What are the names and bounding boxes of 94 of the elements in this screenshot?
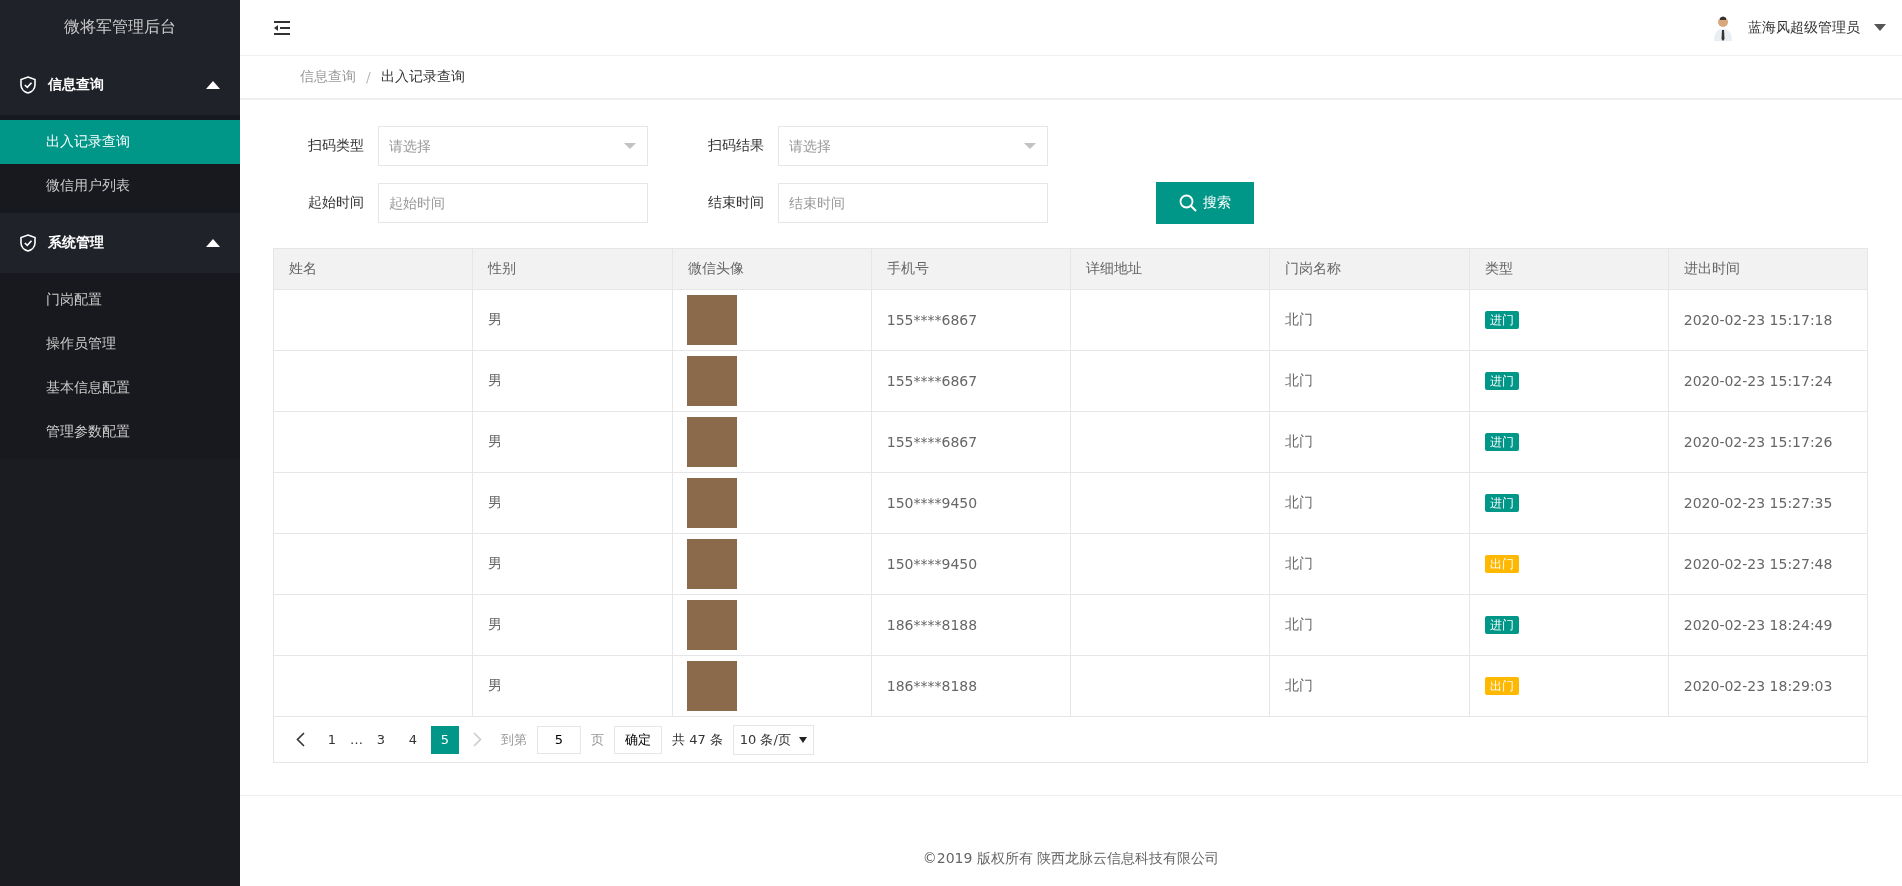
page-button[interactable]: 5 xyxy=(431,725,459,754)
user-name[interactable]: 蓝海风超级管理员 xyxy=(1748,18,1860,37)
filter-label: 起始时间 xyxy=(307,194,365,212)
shield-icon xyxy=(20,234,36,252)
table-cell: 2020-02-23 15:17:24 xyxy=(1668,350,1868,412)
table-cell: 186****8188 xyxy=(871,655,1071,717)
table-cell: 男 xyxy=(472,350,672,412)
photo-placeholder xyxy=(686,356,737,406)
table-cell: 北门 xyxy=(1269,594,1469,656)
table-cell: 2020-02-23 15:17:18 xyxy=(1668,289,1868,351)
dropdown-caret-icon xyxy=(624,143,636,149)
table-cell: 2020-02-23 18:24:49 xyxy=(1668,594,1868,656)
menu-item[interactable]: 管理参数配置 xyxy=(0,410,240,454)
table-cell: 北门 xyxy=(1269,289,1469,351)
column-header: 详细地址 xyxy=(1070,248,1270,290)
dropdown-caret-icon xyxy=(798,736,807,743)
column-header: 性别 xyxy=(472,248,672,290)
table-cell: 北门 xyxy=(1269,533,1469,595)
table-cell: 北门 xyxy=(1269,350,1469,412)
app-logo-title: 微将军管理后台 xyxy=(0,0,240,55)
menu-item[interactable]: 出入记录查询 xyxy=(0,120,240,164)
photo-placeholder xyxy=(686,539,737,589)
user-avatar-icon xyxy=(1712,14,1734,41)
confirm-button[interactable]: 确定 xyxy=(614,725,662,754)
table-cell: 男 xyxy=(472,533,672,595)
page-button[interactable]: 3 xyxy=(367,725,395,754)
page-button[interactable]: 4 xyxy=(399,725,427,754)
menu-item[interactable]: 操作员管理 xyxy=(0,322,240,366)
column-header: 类型 xyxy=(1469,248,1669,290)
table-cell: 2020-02-23 15:17:26 xyxy=(1668,411,1868,473)
page-input[interactable]: 5 xyxy=(537,725,581,754)
menu-collapse-icon[interactable] xyxy=(274,20,290,35)
menu-group-label: 系统管理 xyxy=(48,234,105,252)
column-header: 进出时间 xyxy=(1668,248,1868,290)
dropdown-caret-icon xyxy=(1024,143,1036,149)
table-cell: 男 xyxy=(472,594,672,656)
select-field[interactable]: 请选择 xyxy=(778,126,1048,166)
table-cell: 155****6867 xyxy=(871,411,1071,473)
table-cell: 男 xyxy=(472,472,672,534)
goto-label: 到第 xyxy=(501,730,527,749)
photo-placeholder xyxy=(686,295,737,345)
breadcrumb-separator: / xyxy=(366,69,371,85)
select-field[interactable]: 请选择 xyxy=(378,126,648,166)
table-cell: 186****8188 xyxy=(871,594,1071,656)
type-tag: 进门 xyxy=(1484,372,1519,390)
table-cell: 150****9450 xyxy=(871,472,1071,534)
filter-label: 扫码结果 xyxy=(707,137,765,155)
type-tag: 进门 xyxy=(1484,311,1519,329)
column-header: 姓名 xyxy=(273,248,473,290)
filter-label: 扫码类型 xyxy=(307,137,365,155)
page-size-select[interactable]: 10 条/页 xyxy=(732,724,814,755)
table-cell: 155****6867 xyxy=(871,350,1071,412)
type-tag: 进门 xyxy=(1484,616,1519,634)
menu-item[interactable]: 微信用户列表 xyxy=(0,164,240,208)
table-cell: 男 xyxy=(472,655,672,717)
date-field[interactable]: 起始时间 xyxy=(378,183,648,223)
date-field[interactable]: 结束时间 xyxy=(778,183,1048,223)
table-cell: 155****6867 xyxy=(871,289,1071,351)
type-tag: 进门 xyxy=(1484,494,1519,512)
type-tag: 出门 xyxy=(1484,677,1519,695)
table-cell: 150****9450 xyxy=(871,533,1071,595)
menu-item[interactable]: 门岗配置 xyxy=(0,278,240,322)
table-cell: 北门 xyxy=(1269,411,1469,473)
menu-item[interactable]: 基本信息配置 xyxy=(0,366,240,410)
column-header: 门岗名称 xyxy=(1269,248,1469,290)
table-cell: 男 xyxy=(472,411,672,473)
dropdown-caret-icon[interactable] xyxy=(1874,24,1886,31)
menu-group[interactable]: 系统管理 xyxy=(0,213,240,273)
page-button[interactable]: 1 xyxy=(318,725,346,754)
photo-placeholder xyxy=(686,478,737,528)
menu-group-label: 信息查询 xyxy=(48,76,105,94)
table-cell: 男 xyxy=(472,289,672,351)
table-cell: 2020-02-23 18:29:03 xyxy=(1668,655,1868,717)
total-count: 共 47 条 xyxy=(672,730,723,749)
table-cell: 2020-02-23 15:27:35 xyxy=(1668,472,1868,534)
table-cell: 北门 xyxy=(1269,655,1469,717)
search-button[interactable]: 搜索 xyxy=(1156,182,1254,224)
filter-label: 结束时间 xyxy=(707,194,765,212)
page-unit-label: 页 xyxy=(591,730,604,749)
column-header: 手机号 xyxy=(871,248,1071,290)
breadcrumb-item: 出入记录查询 xyxy=(380,68,465,86)
photo-placeholder xyxy=(686,661,737,711)
column-header: 微信头像 xyxy=(672,248,872,290)
footer-copyright: ©2019 版权所有 陕西龙脉云信息科技有限公司 xyxy=(240,795,1902,886)
table-cell: 2020-02-23 15:27:48 xyxy=(1668,533,1868,595)
photo-placeholder xyxy=(686,417,737,467)
search-icon xyxy=(1179,194,1197,212)
pagination-ellipsis: … xyxy=(350,732,363,747)
table-cell: 北门 xyxy=(1269,472,1469,534)
type-tag: 进门 xyxy=(1484,433,1519,451)
type-tag: 出门 xyxy=(1484,555,1519,573)
menu-group[interactable]: 信息查询 xyxy=(0,55,240,115)
shield-icon xyxy=(20,76,36,94)
photo-placeholder xyxy=(686,600,737,650)
